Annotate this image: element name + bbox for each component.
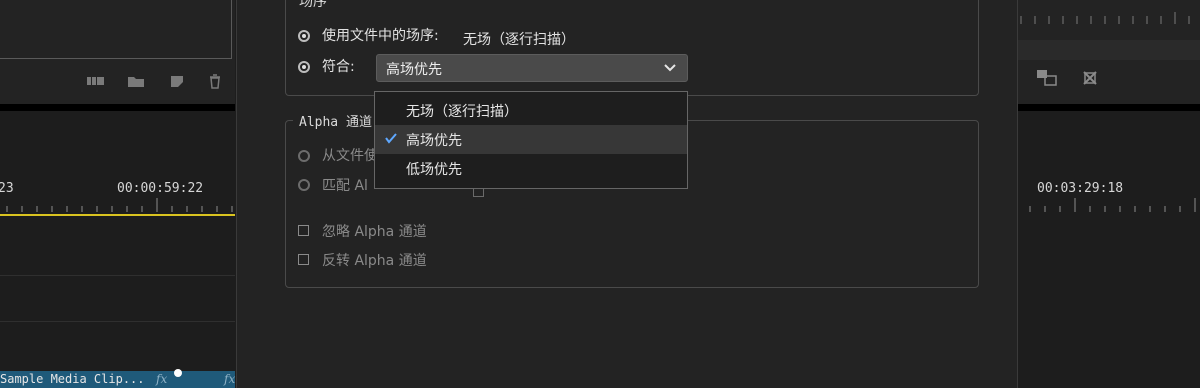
program-monitor-panel bbox=[0, 0, 235, 110]
invert-alpha-checkbox[interactable] bbox=[298, 254, 309, 265]
timecode-label: 23 bbox=[0, 181, 14, 196]
alpha-from-file-label: 从文件使 bbox=[322, 148, 378, 164]
mini-ruler bbox=[1020, 12, 1190, 24]
track-divider bbox=[0, 275, 235, 276]
source-monitor-panel bbox=[1017, 0, 1200, 110]
new-item-icon[interactable] bbox=[168, 73, 186, 89]
timecode-label: 00:00:59:22 bbox=[117, 181, 204, 196]
alpha-match-radio[interactable] bbox=[298, 179, 310, 191]
file-field-order-value: 无场（逐行扫描） bbox=[463, 32, 575, 48]
compare-icon[interactable] bbox=[1081, 69, 1099, 87]
dropdown-option-no-fields[interactable]: 无场（逐行扫描） bbox=[375, 96, 687, 125]
panel-divider bbox=[1017, 104, 1200, 111]
alpha-from-file-radio[interactable] bbox=[298, 150, 310, 162]
conform-label: 符合: bbox=[322, 59, 355, 75]
clip-name: Sample Media Clip... bbox=[0, 372, 145, 386]
fx-badge[interactable]: fx bbox=[156, 372, 167, 386]
timeline-panel bbox=[0, 111, 235, 388]
conform-field-order-select[interactable]: 高场优先 bbox=[376, 54, 688, 82]
use-file-field-order-radio[interactable] bbox=[298, 30, 310, 42]
option-label: 低场优先 bbox=[406, 162, 462, 178]
use-file-field-order-label: 使用文件中的场序: bbox=[322, 28, 439, 44]
panel-divider bbox=[0, 104, 235, 111]
option-label: 高场优先 bbox=[406, 133, 462, 149]
multi-camera-icon[interactable] bbox=[87, 73, 105, 89]
field-order-dropdown-menu: 无场（逐行扫描） 高场优先 低场优先 bbox=[374, 91, 688, 189]
trash-icon[interactable] bbox=[206, 73, 224, 89]
monitor-strip bbox=[1017, 40, 1200, 60]
alpha-match-label: 匹配 Al bbox=[322, 178, 368, 194]
timeline-panel-right bbox=[1017, 111, 1200, 388]
export-frame-icon[interactable] bbox=[1036, 69, 1058, 87]
timecode-label: 00:03:29:18 bbox=[1037, 181, 1124, 196]
conform-radio[interactable] bbox=[298, 61, 310, 73]
checkmark-icon bbox=[385, 133, 397, 144]
chevron-down-icon bbox=[664, 64, 676, 72]
playhead-marker[interactable] bbox=[174, 369, 182, 377]
dropdown-option-upper-field-first[interactable]: 高场优先 bbox=[375, 125, 687, 154]
folder-icon[interactable] bbox=[127, 73, 145, 89]
timeline-clip[interactable]: Sample Media Clip... fx fx bbox=[0, 369, 235, 388]
invert-alpha-label: 反转 Alpha 通道 bbox=[322, 253, 427, 269]
work-area-bar[interactable] bbox=[0, 214, 235, 216]
dropdown-option-lower-field-first[interactable]: 低场优先 bbox=[375, 154, 687, 183]
track-divider bbox=[0, 321, 235, 322]
ignore-alpha-checkbox[interactable] bbox=[298, 225, 309, 236]
alpha-channel-title: Alpha 通道 bbox=[293, 111, 378, 130]
ignore-alpha-label: 忽略 Alpha 通道 bbox=[322, 224, 427, 240]
time-ruler-right[interactable] bbox=[1017, 198, 1200, 214]
select-value: 高场优先 bbox=[386, 62, 442, 78]
monitor-frame bbox=[0, 0, 232, 59]
option-label: 无场（逐行扫描） bbox=[406, 104, 518, 120]
fx-badge[interactable]: fx bbox=[224, 372, 235, 386]
field-order-title: 场序 bbox=[293, 0, 333, 11]
time-ruler[interactable] bbox=[0, 198, 235, 214]
